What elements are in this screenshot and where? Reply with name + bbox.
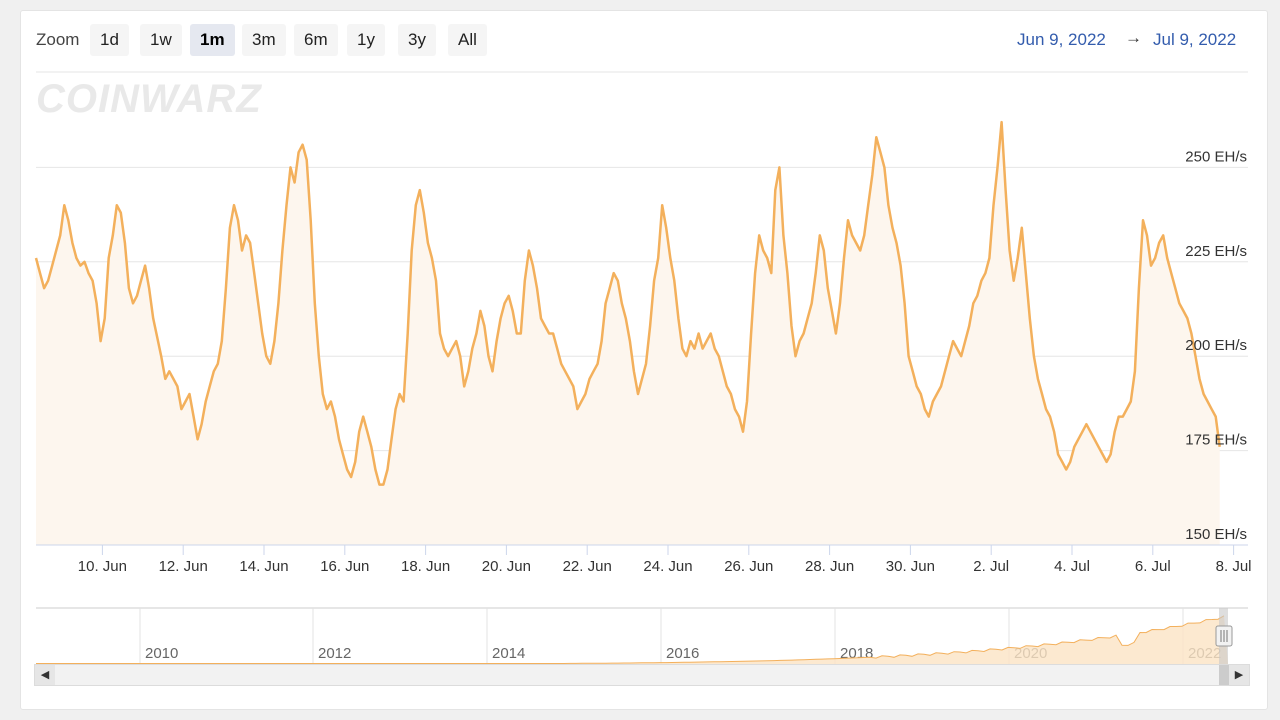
- navigator-year-label: 2016: [666, 645, 699, 662]
- scroll-right-arrow[interactable]: ▶: [1229, 665, 1249, 685]
- scrollbar[interactable]: ◀ ▶: [34, 664, 1250, 686]
- x-tick-label: 16. Jun: [320, 558, 369, 575]
- x-tick-label: 24. Jun: [643, 558, 692, 575]
- navigator-year-label: 2014: [492, 645, 525, 662]
- hashrate-chart: COINWARZ 150 EH/s 175 EH/s 200 EH/s 225 EH/…: [34, 71, 1252, 686]
- y-tick-label: 175 EH/s: [1185, 432, 1247, 449]
- watermark-logo: COINWARZ: [36, 77, 262, 121]
- x-tick-label: 2. Jul: [973, 558, 1009, 575]
- x-tick-label: 26. Jun: [724, 558, 773, 575]
- y-tick-label: 150 EH/s: [1185, 526, 1247, 543]
- x-tick-label: 14. Jun: [239, 558, 288, 575]
- navigator-series-area: [36, 615, 1228, 664]
- navigator-year-label: 2012: [318, 645, 351, 662]
- x-tick-label: 4. Jul: [1054, 558, 1090, 575]
- x-axis-ticks: 10. Jun 12. Jun 14. Jun 16. Jun 18. Jun 20. J…: [78, 545, 1252, 575]
- x-tick-label: 8. Jul: [1216, 558, 1252, 575]
- x-tick-label: 28. Jun: [805, 558, 854, 575]
- y-tick-label: 200 EH/s: [1185, 337, 1247, 354]
- x-tick-label: 6. Jul: [1135, 558, 1171, 575]
- navigator-year-label: 2010: [145, 645, 178, 662]
- x-tick-label: 20. Jun: [482, 558, 531, 575]
- scroll-left-arrow[interactable]: ◀: [35, 665, 55, 685]
- x-tick-label: 12. Jun: [159, 558, 208, 575]
- y-tick-label: 250 EH/s: [1185, 148, 1247, 165]
- scroll-thumb[interactable]: [1219, 665, 1229, 685]
- x-tick-label: 18. Jun: [401, 558, 450, 575]
- x-tick-label: 22. Jun: [563, 558, 612, 575]
- x-tick-label: 10. Jun: [78, 558, 127, 575]
- x-tick-label: 30. Jun: [886, 558, 935, 575]
- y-tick-label: 225 EH/s: [1185, 243, 1247, 260]
